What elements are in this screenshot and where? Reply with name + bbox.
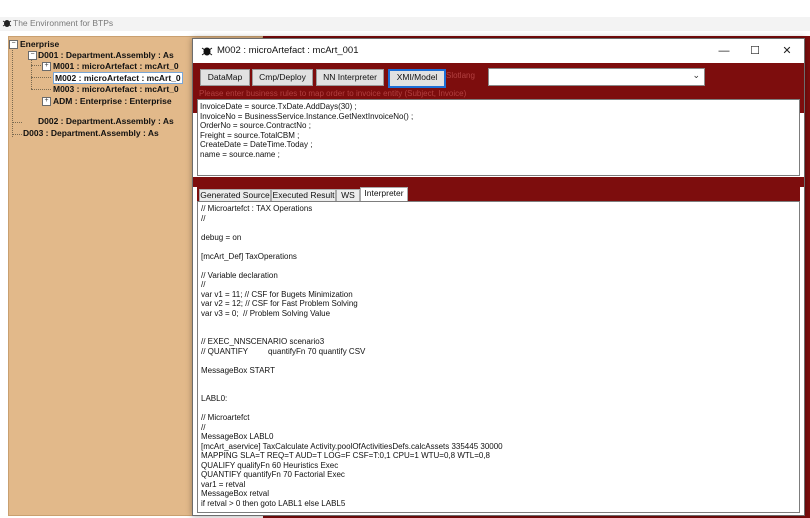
- tree-node-m001[interactable]: M001 : microArtefact : mcArt_0: [53, 61, 179, 71]
- xmi-model-button[interactable]: XMI/Model: [388, 69, 446, 88]
- app-bug-icon: [2, 20, 12, 27]
- main-window-title: The Environment for BTPs: [13, 18, 114, 28]
- rule-line: OrderNo = source.ContractNo ;: [200, 121, 311, 131]
- microartefact-dialog: M002 : microArtefact : mcArt_001 — ☐ ✕ D…: [192, 38, 805, 516]
- code-line: // Microartefct: [201, 413, 250, 422]
- tree-node-d002[interactable]: D002 : Department.Assembly : As: [38, 116, 174, 126]
- slotlang-label: Slotlang: [446, 71, 475, 80]
- code-line: var v2 = 12; // CSF for Fast Problem Sol…: [201, 299, 358, 308]
- code-line: // QUANTIFY quantifyFn 70 quantify CSV: [201, 346, 366, 356]
- rule-line: name = source.name ;: [200, 149, 280, 159]
- code-line: var v1 = 11; // CSF for Bugets Minimizat…: [201, 289, 353, 299]
- chevron-down-icon: ⌄: [692, 70, 700, 80]
- code-line: debug = on: [201, 232, 242, 242]
- code-line: // Variable declaration: [201, 270, 278, 280]
- close-button[interactable]: ✕: [773, 42, 801, 60]
- nn-interpreter-button[interactable]: NN Interpreter: [316, 69, 384, 86]
- code-line: MessageBox START: [201, 365, 275, 375]
- rule-line: CreateDate = DateTime.Today ;: [200, 140, 313, 150]
- expand-icon[interactable]: +: [42, 62, 51, 71]
- code-line: MessageBox LABL0: [201, 432, 274, 441]
- code-line: //: [201, 213, 206, 223]
- tree-node-m002[interactable]: M002 : microArtefact : mcArt_0: [53, 72, 183, 84]
- collapse-icon[interactable]: −: [9, 40, 18, 49]
- code-line: // Microartefct : TAX Operations: [201, 204, 313, 213]
- slotlang-select[interactable]: ⌄: [488, 68, 705, 86]
- code-line: // EXEC_NNSCENARIO scenario3: [201, 337, 325, 346]
- output-tabs: Generated Source Executed Result WS Inte…: [197, 187, 800, 203]
- code-line: LABL0:: [201, 394, 228, 403]
- expand-icon[interactable]: +: [42, 97, 51, 106]
- tree-node-d003[interactable]: D003 : Department.Assembly : As: [23, 128, 159, 138]
- collapse-icon[interactable]: −: [28, 51, 37, 60]
- code-line: QUANTIFY quantifyFn 70 Factorial Exec: [201, 470, 345, 479]
- tree-connector: [31, 89, 51, 90]
- code-line: var1 = retval: [201, 479, 246, 489]
- business-rules-textarea[interactable]: InvoiceDate = source.TxDate.AddDays(30) …: [197, 99, 800, 176]
- code-line: MAPPING SLA=T REQ=T AUD=T LOG=F CSF=T:0,…: [201, 451, 490, 460]
- tree-connector: [31, 77, 51, 78]
- splitter-bar[interactable]: [193, 177, 804, 187]
- code-line: //: [201, 280, 206, 289]
- code-line: [mcArt_Def] TaxOperations: [201, 251, 297, 261]
- code-line: [mcArt_aservice] TaxCalculate Activity.p…: [201, 441, 503, 451]
- minimize-button[interactable]: —: [710, 42, 738, 60]
- rule-line: Freight = source.TotalCBM ;: [200, 130, 300, 140]
- rule-line: InvoiceNo = BusinessService.Instance.Get…: [200, 111, 414, 121]
- code-line: MessageBox retval: [201, 489, 270, 498]
- artefact-bug-icon: [201, 47, 213, 56]
- code-line: var v3 = 0; // Problem Solving Value: [201, 308, 331, 318]
- code-line: QUALIFY qualifyFn 60 Heuristics Exec: [201, 460, 339, 470]
- tree-node-d001[interactable]: D001 : Department.Assembly : As: [38, 50, 174, 60]
- interpreter-code-editor[interactable]: // Microartefct : TAX Operations // debu…: [197, 201, 800, 513]
- dialog-title: M002 : microArtefact : mcArt_001: [217, 45, 359, 56]
- tree-connector: [31, 65, 41, 66]
- cmp-deploy-button[interactable]: Cmp/Deploy: [252, 69, 313, 86]
- rule-line: InvoiceDate = source.TxDate.AddDays(30) …: [200, 102, 357, 111]
- main-window-titlebar: The Environment for BTPs: [0, 17, 810, 31]
- code-line: if retval > 0 then goto LABL1 else LABL5: [201, 498, 346, 508]
- code-line: //: [201, 422, 206, 432]
- tree-node-m003[interactable]: M003 : microArtefact : mcArt_0: [53, 84, 179, 94]
- tree-node-adm[interactable]: ADM : Enterprise : Enterprise: [53, 96, 172, 106]
- tree-node-enterprise[interactable]: Enerprise: [20, 39, 59, 49]
- rules-hint-text: Please enter business rules to map order…: [199, 89, 467, 98]
- tab-interpreter[interactable]: Interpreter: [360, 187, 408, 202]
- tree-connector: [31, 57, 32, 89]
- tree-connector: [12, 47, 13, 137]
- tree-connector: [12, 122, 22, 123]
- tree-connector: [12, 134, 22, 135]
- maximize-button[interactable]: ☐: [741, 42, 769, 60]
- datamap-button[interactable]: DataMap: [200, 69, 250, 86]
- dialog-titlebar[interactable]: M002 : microArtefact : mcArt_001 — ☐ ✕: [193, 39, 804, 63]
